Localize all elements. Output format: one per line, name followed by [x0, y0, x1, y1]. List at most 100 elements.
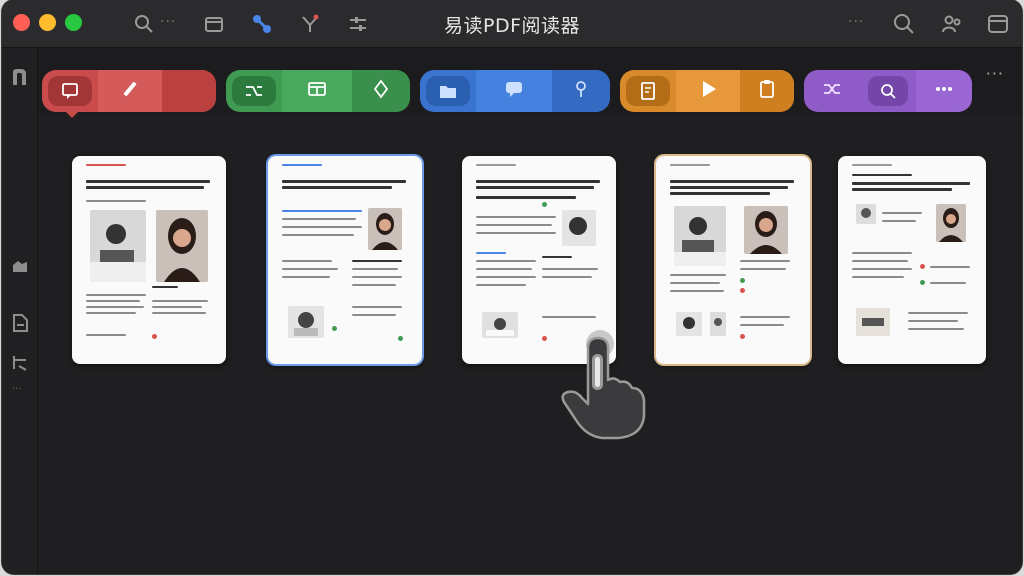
text-line [882, 212, 922, 214]
page-header-mark [476, 164, 516, 166]
text-line [352, 268, 398, 270]
folder-icon [426, 76, 470, 106]
text-line [152, 306, 202, 308]
pen-button[interactable] [98, 70, 162, 112]
marker-dot [920, 280, 925, 285]
text-line [542, 316, 596, 318]
text-line [930, 282, 966, 284]
text-line [352, 306, 402, 308]
text-line [908, 312, 968, 314]
more-tools-button[interactable] [916, 70, 972, 112]
photo [676, 312, 702, 336]
shuffle-button[interactable] [804, 70, 860, 112]
page-thumbnail-2[interactable] [268, 156, 422, 364]
marker-dot [920, 264, 925, 269]
comment-icon [48, 76, 92, 106]
present-group [620, 70, 794, 112]
search-icon[interactable] [892, 12, 916, 36]
page-headline [476, 196, 576, 199]
slides-icon [626, 76, 670, 106]
marker-dot [398, 336, 403, 341]
text-line [86, 294, 146, 296]
annotate-group [42, 70, 216, 112]
text-line [852, 252, 912, 254]
text-line [86, 300, 140, 302]
page-header-mark [670, 164, 710, 166]
text-line [542, 256, 572, 258]
app-window: ··· 易读PDF阅读器 ··· ··· ··· [2, 0, 1022, 574]
panel-button[interactable] [282, 70, 352, 112]
page-thumbnail-4[interactable] [656, 156, 810, 364]
text-line [152, 312, 206, 314]
text-line [152, 300, 208, 302]
annotate-extra-slot[interactable] [162, 70, 216, 112]
photo [856, 308, 890, 336]
photo [288, 306, 324, 338]
page-headline [86, 186, 204, 189]
page-headline [476, 180, 600, 183]
text-line [670, 282, 720, 284]
clipboard-button[interactable] [740, 70, 794, 112]
text-line [476, 224, 552, 226]
panel-icon [306, 78, 328, 104]
sidebar: ··· [2, 48, 38, 574]
text-line [542, 268, 598, 270]
text-line [476, 284, 526, 286]
library-icon[interactable] [9, 66, 31, 88]
text-line [282, 210, 362, 212]
text-line [476, 268, 532, 270]
split-button[interactable] [226, 70, 282, 112]
cloud-icon[interactable] [9, 254, 31, 276]
page-thumbnail-1[interactable] [72, 156, 226, 364]
page-header-mark [86, 164, 126, 166]
hierarchy-icon[interactable] [9, 352, 31, 374]
text-line [282, 226, 362, 228]
text-line [476, 252, 506, 254]
text-line [930, 266, 970, 268]
photo [674, 206, 726, 266]
marker-dot [152, 334, 157, 339]
text-line [908, 320, 958, 322]
text-line [908, 328, 964, 330]
zoom-button[interactable] [860, 70, 916, 112]
diamond-button[interactable] [352, 70, 410, 112]
active-group-pointer [64, 110, 80, 118]
organize-group [226, 70, 410, 112]
text-line [476, 232, 556, 234]
page-thumbnail-5[interactable] [838, 156, 986, 364]
photo [936, 204, 966, 242]
page-headline [670, 192, 770, 195]
files-group [420, 70, 610, 112]
folder-button[interactable] [420, 70, 476, 112]
more-dots[interactable]: ··· [848, 14, 864, 30]
play-button[interactable] [676, 70, 740, 112]
text-line [476, 276, 536, 278]
page-header-mark [852, 164, 892, 166]
photo [744, 206, 788, 254]
page-header-mark [282, 164, 322, 166]
text-line [852, 276, 904, 278]
text-line [740, 324, 784, 326]
text-line [282, 234, 354, 236]
document-icon[interactable] [9, 312, 31, 334]
text-line [476, 260, 536, 262]
photo [562, 210, 596, 246]
window-icon[interactable] [986, 12, 1010, 36]
page-headline [852, 188, 952, 191]
text-line [852, 268, 912, 270]
toolbar-more-dots[interactable]: ··· [986, 64, 1004, 83]
page-headline [852, 174, 912, 176]
pin-button[interactable] [552, 70, 610, 112]
users-icon[interactable] [940, 12, 964, 36]
pen-icon [119, 78, 141, 104]
chat-button[interactable] [476, 70, 552, 112]
text-line [282, 218, 356, 220]
slides-button[interactable] [620, 70, 676, 112]
sidebar-more-dots[interactable]: ··· [12, 384, 22, 395]
comment-button[interactable] [42, 70, 98, 112]
text-line [740, 316, 790, 318]
marker-dot [740, 288, 745, 293]
split-icon [232, 76, 276, 106]
text-line [882, 220, 916, 222]
photo [482, 312, 518, 338]
